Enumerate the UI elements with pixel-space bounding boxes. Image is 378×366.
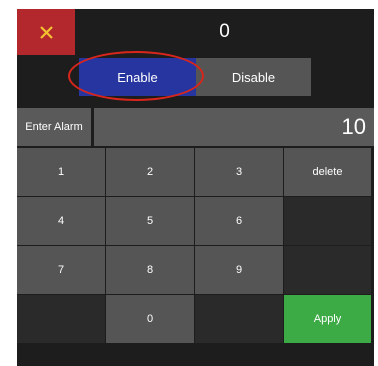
delete-button[interactable]: delete — [284, 148, 371, 196]
key-5[interactable]: 5 — [106, 197, 194, 245]
blank-key — [284, 246, 371, 294]
enable-button[interactable]: Enable — [79, 58, 196, 96]
blank-key — [17, 295, 105, 343]
key-9[interactable]: 9 — [195, 246, 283, 294]
value-display: 0 — [219, 21, 230, 42]
key-4[interactable]: 4 — [17, 197, 105, 245]
blank-key — [195, 295, 283, 343]
apply-button[interactable]: Apply — [284, 295, 371, 343]
alarm-label: Enter Alarm — [17, 108, 91, 146]
disable-button[interactable]: Disable — [196, 58, 311, 96]
key-3[interactable]: 3 — [195, 148, 283, 196]
alarm-input[interactable]: 10 — [94, 108, 374, 146]
key-8[interactable]: 8 — [106, 246, 194, 294]
key-0[interactable]: 0 — [106, 295, 194, 343]
alarm-panel: 0 Enable Disable Enter Alarm 10 1 2 3 de… — [17, 9, 374, 366]
close-button[interactable] — [17, 9, 75, 55]
keypad: 1 2 3 delete 4 5 6 7 8 9 0 Apply — [17, 148, 374, 344]
close-icon — [39, 25, 53, 39]
key-2[interactable]: 2 — [106, 148, 194, 196]
key-7[interactable]: 7 — [17, 246, 105, 294]
key-6[interactable]: 6 — [195, 197, 283, 245]
key-1[interactable]: 1 — [17, 148, 105, 196]
blank-key — [284, 197, 371, 245]
